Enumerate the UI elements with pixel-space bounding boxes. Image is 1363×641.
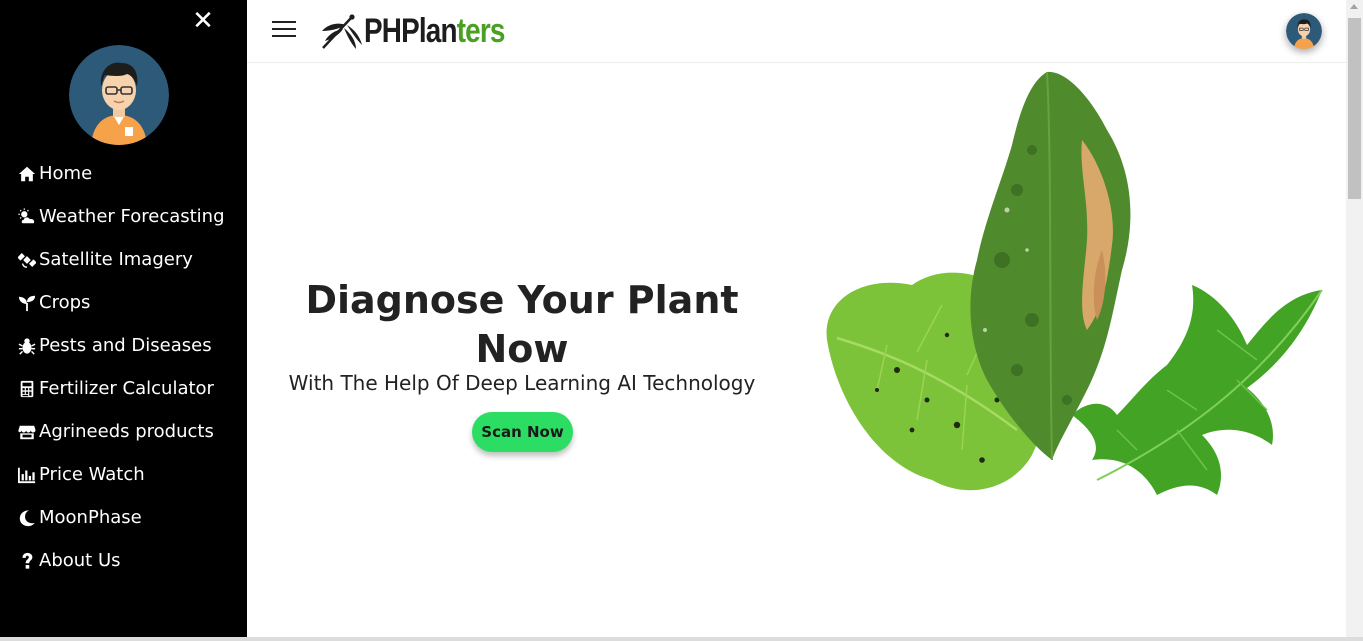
plant-leaves-image [826,71,1323,495]
hamburger-line [272,21,296,23]
sidebar-item-pests[interactable]: Pests and Diseases [17,324,225,367]
sidebar-nav: Home Weather Forecasting Satellite Image… [17,152,225,582]
scroll-up-arrow-icon[interactable] [1350,4,1358,9]
chart-bar-icon [17,465,37,485]
dragonfly-icon [322,14,362,49]
store-icon [17,422,37,442]
user-avatar-small[interactable] [1286,13,1322,49]
sidebar-item-fertilizer-calculator[interactable]: Fertilizer Calculator [17,367,225,410]
question-icon [17,551,37,571]
sidebar-item-label: MoonPhase [39,507,142,528]
calculator-icon [17,379,37,399]
hero-title: Diagnose Your Plant Now [305,278,739,371]
sidebar-item-agrineeds[interactable]: Agrineeds products [17,410,225,453]
sidebar-item-label: Crops [39,292,91,313]
user-avatar-large [69,45,169,145]
brand-logo[interactable]: PHPlanters [320,10,535,52]
hero-subtitle: With The Help Of Deep Learning AI Techno… [288,371,756,395]
satellite-icon [17,250,37,270]
sidebar-item-label: Pests and Diseases [39,335,212,356]
close-sidebar-button[interactable]: ✕ [190,8,216,34]
moon-icon [17,508,37,528]
sidebar-item-label: Fertilizer Calculator [39,378,214,399]
sidebar-item-label: About Us [39,550,121,571]
hamburger-line [272,28,296,30]
sidebar-item-moonphase[interactable]: MoonPhase [17,496,225,539]
hero-section: Diagnose Your Plant Now With The Help Of… [247,64,1346,637]
sidebar-item-crops[interactable]: Crops [17,281,225,324]
sidebar-item-weather[interactable]: Weather Forecasting [17,195,225,238]
window-bottom-edge [0,637,1363,641]
cloud-sun-icon [17,207,37,227]
seedling-icon [17,293,37,313]
sidebar-item-satellite[interactable]: Satellite Imagery [17,238,225,281]
sidebar-item-label: Weather Forecasting [39,206,225,227]
sidebar-item-about[interactable]: About Us [17,539,225,582]
sidebar-item-label: Home [39,163,93,184]
sidebar-item-price-watch[interactable]: Price Watch [17,453,225,496]
menu-toggle-button[interactable] [272,17,296,43]
sidebar-item-home[interactable]: Home [17,152,225,195]
top-navbar: PHPlanters [247,0,1346,63]
bug-icon [17,336,37,356]
scan-now-button[interactable]: Scan Now [472,412,573,452]
logo-text-primary: PHPlan [364,11,458,50]
sidebar-item-label: Price Watch [39,464,145,485]
sidebar-item-label: Satellite Imagery [39,249,193,270]
hamburger-line [272,35,296,37]
scrollbar-thumb[interactable] [1348,18,1361,199]
home-icon [17,164,37,184]
sidebar-item-label: Agrineeds products [39,421,214,442]
sidebar: ✕ Home Weather Forecasting Satellite Ima… [0,0,247,637]
vertical-scrollbar[interactable] [1346,0,1363,637]
logo-text: PHPlanters [364,12,505,51]
logo-text-accent: ters [456,11,506,50]
